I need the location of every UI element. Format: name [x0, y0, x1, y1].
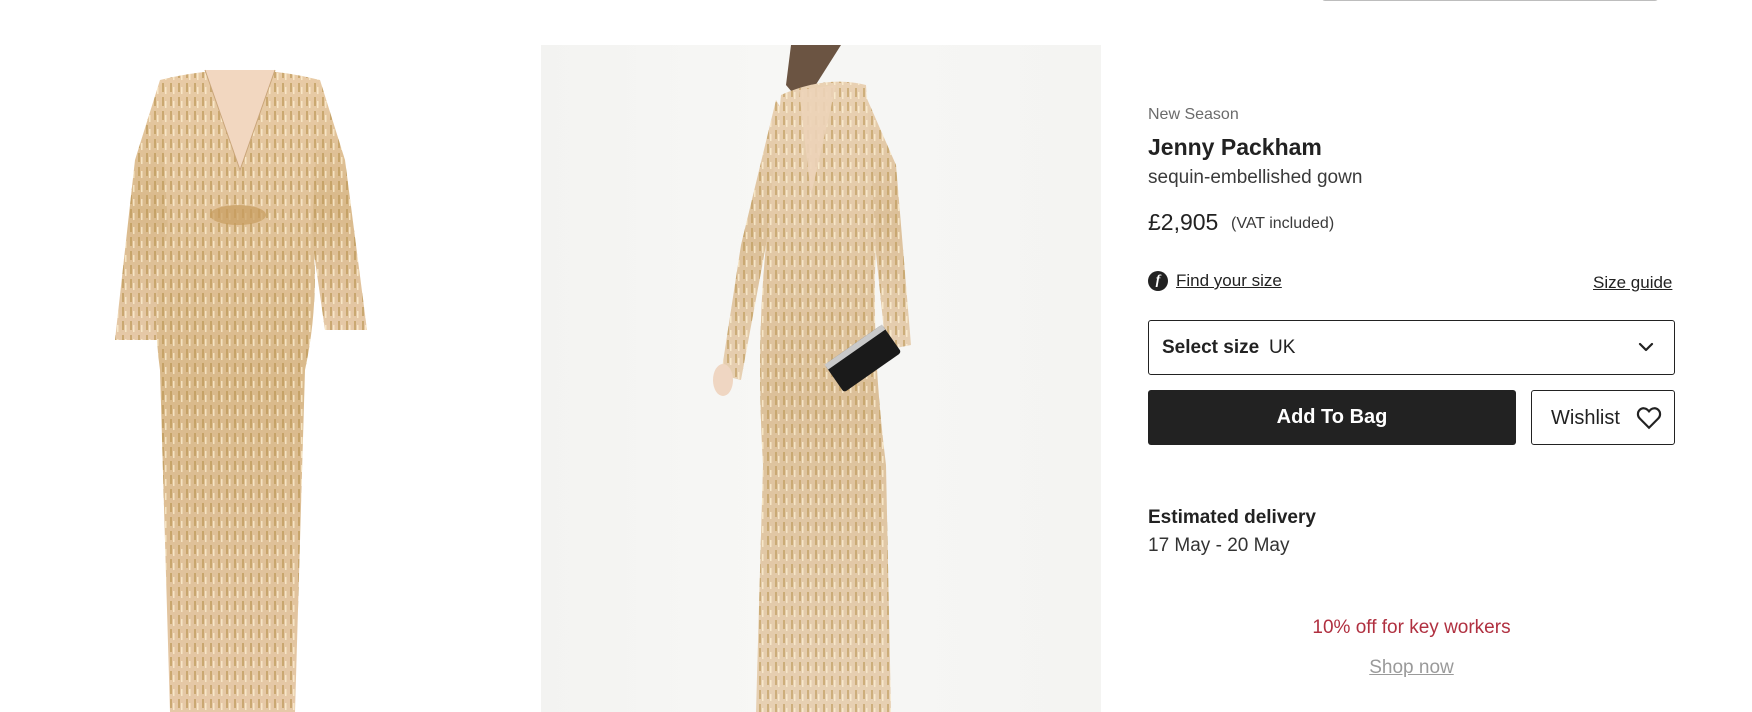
product-name: sequin-embellished gown: [1148, 167, 1363, 188]
size-select-value: UK: [1269, 337, 1296, 358]
chevron-down-icon: [1638, 342, 1654, 352]
size-select-label: Select size: [1162, 337, 1260, 358]
estimated-delivery-dates: 17 May - 20 May: [1148, 535, 1290, 556]
new-season-label: New Season: [1148, 106, 1239, 123]
promo-text: 10% off for key workers: [1312, 617, 1511, 638]
add-to-bag-button[interactable]: Add To Bag: [1148, 390, 1516, 445]
f-logo-icon: f: [1148, 271, 1168, 291]
wishlist-button[interactable]: Wishlist: [1531, 390, 1675, 445]
size-select[interactable]: Select size UK: [1148, 320, 1675, 375]
top-input-edge: [1322, 0, 1658, 1]
shop-now-link[interactable]: Shop now: [1148, 657, 1675, 679]
gown-flatlay-illustration: [115, 69, 367, 712]
gown-model-illustration: [713, 45, 911, 712]
product-image-model[interactable]: [541, 45, 1101, 712]
vat-note: (VAT included): [1231, 215, 1335, 232]
estimated-delivery-title: Estimated delivery: [1148, 507, 1316, 528]
wishlist-label: Wishlist: [1551, 407, 1620, 429]
find-your-size-link[interactable]: Find your size: [1176, 271, 1282, 291]
heart-icon: [1636, 407, 1662, 430]
product-image-flatlay[interactable]: [80, 40, 500, 712]
brand-name[interactable]: Jenny Packham: [1148, 134, 1322, 161]
size-guide-link[interactable]: Size guide: [1593, 273, 1672, 293]
product-price: £2,905: [1148, 209, 1219, 235]
